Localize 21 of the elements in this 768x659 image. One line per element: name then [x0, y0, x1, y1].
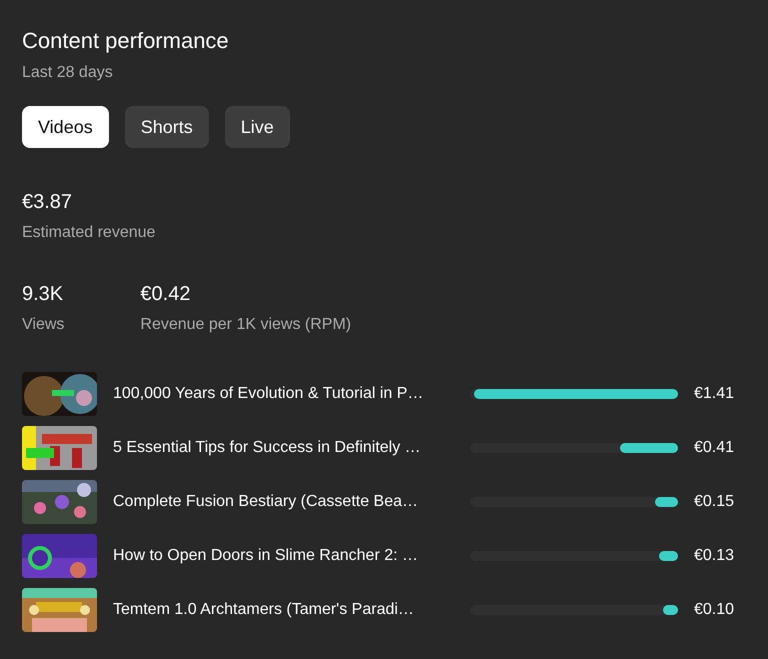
metric-value: €0.42	[140, 282, 192, 306]
video-title[interactable]: Temtem 1.0 Archtamers (Tamer's Paradi…	[113, 601, 463, 619]
metric-value: €3.87	[22, 190, 74, 214]
tab[interactable]: Live	[224, 106, 290, 148]
metric-label: Revenue per 1K views (RPM)	[140, 316, 352, 334]
tab[interactable]: Shorts	[124, 106, 209, 148]
date-range: Last 28 days	[22, 64, 114, 82]
revenue-value: €1.41	[694, 385, 734, 403]
revenue-value: €0.13	[694, 547, 734, 565]
revenue-value: €0.10	[694, 601, 734, 619]
revenue-value: €0.41	[694, 439, 734, 457]
section-title: Content performance	[22, 28, 230, 54]
video-title[interactable]: 100,000 Years of Evolution & Tutorial in P…	[113, 385, 463, 403]
video-title[interactable]: 5 Essential Tips for Success in Definitely …	[113, 439, 463, 457]
revenue-value: €0.15	[694, 493, 734, 511]
video-title[interactable]: Complete Fusion Bestiary (Cassette Bea…	[113, 493, 463, 511]
video-title[interactable]: How to Open Doors in Slime Rancher 2: …	[113, 547, 463, 565]
metric-label: Estimated revenue	[22, 224, 156, 242]
metric-value: 9.3K	[22, 282, 64, 306]
metric-label: Views	[22, 316, 64, 334]
tab[interactable]: Videos	[22, 106, 109, 148]
